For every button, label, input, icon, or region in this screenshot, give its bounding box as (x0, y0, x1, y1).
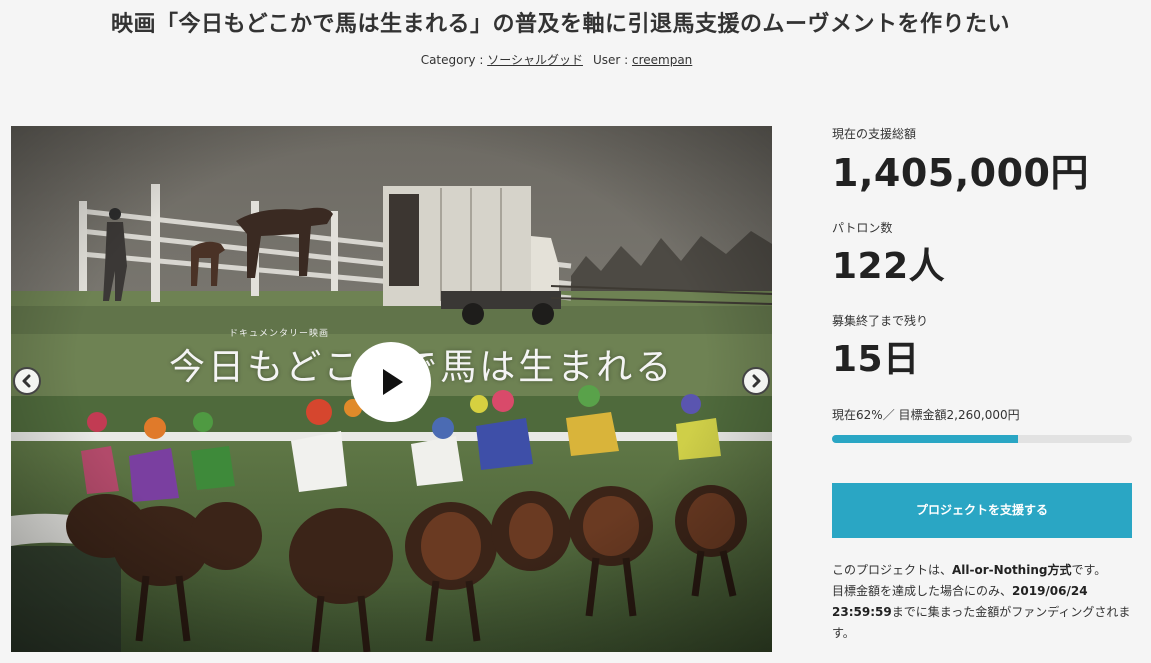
page-title: 映画「今日もどこかで馬は生まれる」の普及を軸に引退馬支援のムーヴメントを作りたい (111, 12, 1010, 37)
project-meta: Category : ソーシャルグッド User : creempan (0, 51, 1113, 68)
progress-percent: 62% (856, 408, 883, 422)
goal-label: 目標金額 (898, 408, 947, 422)
progress-prefix: 現在 (832, 408, 857, 422)
goal-value: 2,260,000円 (946, 408, 1020, 422)
carousel-prev-button[interactable] (13, 367, 41, 395)
play-button[interactable] (351, 342, 431, 422)
note-text: 目標金額を達成した場合にのみ、 (832, 584, 1013, 598)
remaining-label: 募集終了まで残り (832, 314, 929, 328)
note-model: All-or-Nothing方式 (952, 563, 1072, 577)
patrons-label: パトロン数 (832, 221, 893, 235)
progress-summary: 現在62%／ 目標金額2,260,000円 (832, 406, 1020, 423)
progress-bar-fill (832, 435, 1018, 443)
category-label: Category : (420, 53, 488, 67)
total-raised-label: 現在の支援総額 (832, 127, 917, 141)
note-text: このプロジェクトは、 (832, 563, 953, 577)
progress-separator: ／ (882, 408, 899, 422)
note-text: です。 (1071, 563, 1107, 577)
funding-note: このプロジェクトは、All-or-Nothing方式です。目標金額を達成した場合… (832, 560, 1132, 644)
progress-bar (832, 435, 1132, 443)
user-link[interactable]: creempan (632, 53, 692, 67)
patrons-value: 122人 (832, 246, 946, 287)
chevron-left-icon (22, 374, 31, 388)
project-video[interactable]: ドキュメンタリー映画 今日もどこかで馬は生まれる (11, 126, 772, 652)
category-link[interactable]: ソーシャルグッド (487, 53, 583, 67)
support-project-button[interactable]: プロジェクトを支援する (832, 483, 1132, 538)
play-icon (383, 369, 403, 395)
chevron-right-icon (752, 374, 761, 388)
remaining-value: 15日 (832, 339, 920, 380)
carousel-next-button[interactable] (742, 367, 770, 395)
user-label: User : (592, 53, 632, 67)
total-raised-value: 1,405,000円 (832, 151, 1089, 195)
